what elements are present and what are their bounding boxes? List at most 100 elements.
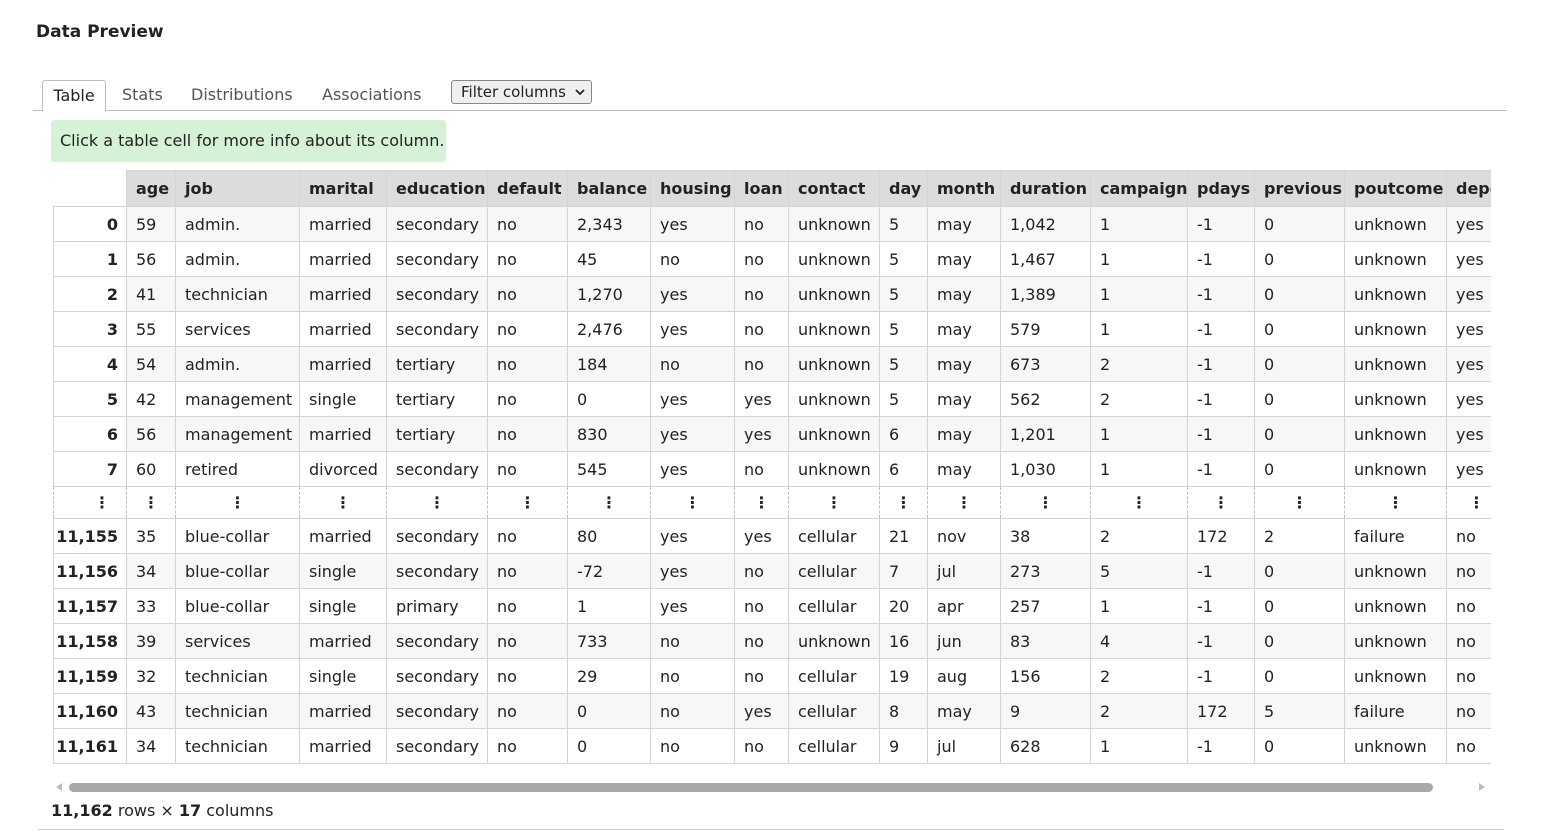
table-cell[interactable]: unknown [788, 311, 880, 347]
table-cell[interactable]: management [175, 416, 300, 452]
table-cell[interactable]: no [650, 658, 735, 694]
table-cell[interactable]: yes [650, 206, 735, 242]
table-cell[interactable]: 0 [1254, 311, 1345, 347]
column-header-job[interactable]: job [175, 170, 300, 207]
table-cell[interactable]: no [487, 276, 568, 312]
table-cell[interactable]: 4 [1090, 623, 1188, 659]
table-cell[interactable]: aug [927, 658, 1001, 694]
table-cell[interactable]: no [487, 381, 568, 417]
column-header-default[interactable]: default [487, 170, 568, 207]
table-cell[interactable]: 60 [126, 451, 176, 487]
table-cell[interactable]: yes [650, 311, 735, 347]
table-cell[interactable]: 2 [1090, 658, 1188, 694]
table-cell[interactable]: -1 [1187, 276, 1255, 312]
table-cell[interactable]: married [299, 728, 387, 764]
table-cell[interactable]: no [734, 658, 789, 694]
table-cell[interactable]: yes [650, 276, 735, 312]
table-cell[interactable]: 1,270 [567, 276, 651, 312]
table-cell[interactable]: nov [927, 518, 1001, 554]
table-cell[interactable]: 2 [1254, 518, 1345, 554]
table-cell[interactable]: no [1446, 588, 1491, 624]
table-cell[interactable]: tertiary [386, 416, 488, 452]
table-cell[interactable]: no [487, 658, 568, 694]
table-cell[interactable]: management [175, 381, 300, 417]
table-cell[interactable]: cellular [788, 518, 880, 554]
table-cell[interactable]: no [487, 588, 568, 624]
table-cell[interactable]: no [650, 623, 735, 659]
table-cell[interactable]: 562 [1000, 381, 1091, 417]
table-cell[interactable]: -1 [1187, 381, 1255, 417]
table-cell[interactable]: 39 [126, 623, 176, 659]
table-cell[interactable]: may [927, 451, 1001, 487]
table-cell[interactable]: 5 [1090, 553, 1188, 589]
table-cell[interactable]: yes [650, 451, 735, 487]
table-cell[interactable]: 33 [126, 588, 176, 624]
table-cell[interactable]: unknown [788, 241, 880, 277]
table-cell[interactable]: no [734, 553, 789, 589]
table-cell[interactable]: unknown [1344, 416, 1447, 452]
table-cell[interactable]: unknown [1344, 553, 1447, 589]
table-cell[interactable]: no [650, 693, 735, 729]
column-header-housing[interactable]: housing [650, 170, 735, 207]
table-cell[interactable]: 35 [126, 518, 176, 554]
table-cell[interactable]: secondary [386, 451, 488, 487]
table-cell[interactable]: no [650, 728, 735, 764]
table-cell[interactable]: no [734, 276, 789, 312]
table-cell[interactable]: may [927, 241, 1001, 277]
table-cell[interactable]: admin. [175, 241, 300, 277]
table-cell[interactable]: no [650, 346, 735, 382]
table-cell[interactable]: 80 [567, 518, 651, 554]
table-cell[interactable]: technician [175, 693, 300, 729]
table-cell[interactable]: married [299, 693, 387, 729]
table-cell[interactable]: cellular [788, 658, 880, 694]
table-cell[interactable]: 172 [1187, 693, 1255, 729]
table-cell[interactable]: 7 [879, 553, 928, 589]
table-cell[interactable]: secondary [386, 623, 488, 659]
table-cell[interactable]: single [299, 658, 387, 694]
table-cell[interactable]: may [927, 311, 1001, 347]
table-cell[interactable]: 673 [1000, 346, 1091, 382]
table-cell[interactable]: cellular [788, 588, 880, 624]
table-cell[interactable]: single [299, 553, 387, 589]
filter-columns-select[interactable]: Filter columns [451, 80, 592, 104]
table-cell[interactable]: unknown [1344, 381, 1447, 417]
column-header-deposit[interactable]: deposit [1446, 170, 1491, 207]
table-cell[interactable]: 56 [126, 416, 176, 452]
table-cell[interactable]: 0 [1254, 588, 1345, 624]
table-cell[interactable]: 1 [1090, 451, 1188, 487]
table-cell[interactable]: -1 [1187, 553, 1255, 589]
table-cell[interactable]: 29 [567, 658, 651, 694]
column-header-contact[interactable]: contact [788, 170, 880, 207]
table-cell[interactable]: unknown [1344, 658, 1447, 694]
table-cell[interactable]: jul [927, 728, 1001, 764]
table-cell[interactable]: 1,389 [1000, 276, 1091, 312]
table-cell[interactable]: admin. [175, 346, 300, 382]
table-cell[interactable]: blue-collar [175, 553, 300, 589]
scroll-left-icon[interactable] [56, 783, 62, 791]
table-cell[interactable]: cellular [788, 693, 880, 729]
table-cell[interactable]: no [487, 693, 568, 729]
tab-table[interactable]: Table [42, 80, 106, 112]
table-cell[interactable]: tertiary [386, 381, 488, 417]
column-header-loan[interactable]: loan [734, 170, 789, 207]
table-cell[interactable]: no [734, 346, 789, 382]
table-cell[interactable]: 273 [1000, 553, 1091, 589]
column-header-pdays[interactable]: pdays [1187, 170, 1255, 207]
table-cell[interactable]: yes [1446, 416, 1491, 452]
table-cell[interactable]: no [734, 451, 789, 487]
table-cell[interactable]: 0 [1254, 346, 1345, 382]
table-cell[interactable]: no [487, 623, 568, 659]
table-cell[interactable]: secondary [386, 693, 488, 729]
table-cell[interactable]: may [927, 381, 1001, 417]
table-cell[interactable]: tertiary [386, 346, 488, 382]
table-cell[interactable]: 32 [126, 658, 176, 694]
table-cell[interactable]: 9 [879, 728, 928, 764]
table-cell[interactable]: married [299, 518, 387, 554]
table-cell[interactable]: yes [1446, 451, 1491, 487]
table-cell[interactable]: apr [927, 588, 1001, 624]
table-cell[interactable]: married [299, 206, 387, 242]
table-cell[interactable]: 0 [1254, 658, 1345, 694]
table-cell[interactable]: 545 [567, 451, 651, 487]
table-cell[interactable]: no [487, 416, 568, 452]
table-cell[interactable]: 41 [126, 276, 176, 312]
